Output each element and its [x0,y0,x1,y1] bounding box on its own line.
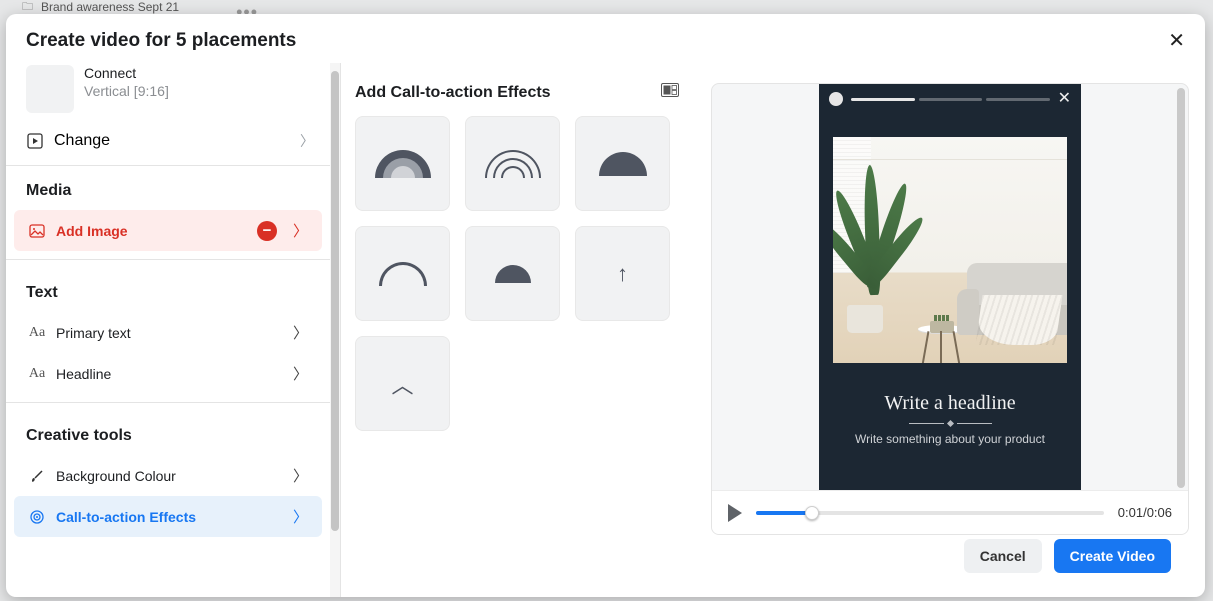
play-button[interactable] [728,504,742,522]
story-image [833,137,1067,363]
preview-scrollbar[interactable] [1176,86,1186,484]
close-icon[interactable]: ✕ [1058,94,1071,104]
target-icon [28,508,46,526]
section-text: Text [6,268,330,312]
seek-slider[interactable] [756,511,1104,515]
background-colour-button[interactable]: Background Colour 〉 [14,455,322,496]
preview-subtext: Write something about your product [819,432,1081,446]
separator-icon [819,421,1081,426]
sidebar-scrollbar[interactable] [330,63,340,597]
effect-arrow-up[interactable]: ↑ [575,226,670,321]
section-media: Media [6,166,330,210]
template-aspect: Vertical [9:16] [84,83,169,99]
text-icon: Aa [28,324,46,342]
headline-button[interactable]: Aa Headline 〉 [14,353,322,394]
play-square-icon [26,132,44,150]
story-progress [851,98,1050,101]
primary-text-button[interactable]: Aa Primary text 〉 [14,312,322,353]
template-summary: Connect Vertical [9:16] [6,63,330,123]
effect-filled-arches[interactable] [355,116,450,211]
arrow-up-icon: ↑ [617,261,628,287]
preview-panel: ✕ Write a headline [703,63,1205,597]
cancel-button[interactable]: Cancel [964,539,1042,573]
cta-effects-button[interactable]: Call-to-action Effects 〉 [14,496,322,537]
effect-half-circle[interactable] [575,116,670,211]
effect-single-arc[interactable] [355,226,450,321]
modal-title: Create video for 5 placements [26,30,296,52]
background-tab: 🗀 Brand awareness Sept 21 [0,0,1213,14]
template-thumbnail [26,65,74,113]
add-image-button[interactable]: Add Image − 〉 [14,210,322,251]
chevron-right-icon: 〉 [293,322,308,343]
effect-caret-up[interactable]: ︿ [355,336,450,431]
effects-title: Add Call-to-action Effects [355,84,551,102]
time-display: 0:01/0:06 [1118,505,1172,520]
effect-outline-arches[interactable] [465,116,560,211]
create-video-button[interactable]: Create Video [1054,539,1171,573]
close-icon[interactable]: ✕ [1168,28,1185,53]
remove-icon[interactable]: − [257,221,277,241]
effects-panel: Add Call-to-action Effects ↑ ︿ [341,63,703,597]
chevron-right-icon: 〉 [293,465,308,486]
modal-header: Create video for 5 placements ✕ [6,14,1205,63]
chevron-right-icon: 〉 [293,506,308,527]
chevron-up-icon: ︿ [391,368,413,400]
chevron-right-icon: 〉 [293,220,308,241]
video-controls: 0:01/0:06 [712,490,1188,534]
chevron-right-icon: 〉 [293,363,308,384]
avatar [829,92,843,106]
text-icon: Aa [28,365,46,383]
effect-small-half[interactable] [465,226,560,321]
section-creative-tools: Creative tools [6,411,330,455]
change-template-button[interactable]: Change 〉 [6,123,330,166]
preview-headline: Write a headline [819,392,1081,415]
placement-icon[interactable] [661,83,679,102]
story-preview: ✕ Write a headline [819,84,1081,490]
template-name: Connect [84,65,169,81]
chevron-right-icon: 〉 [300,131,314,151]
image-icon [28,222,46,240]
brush-icon [28,467,46,485]
sidebar: Connect Vertical [9:16] Change 〉 Media [6,63,341,597]
create-video-modal: Create video for 5 placements ✕ Connect … [6,14,1205,597]
